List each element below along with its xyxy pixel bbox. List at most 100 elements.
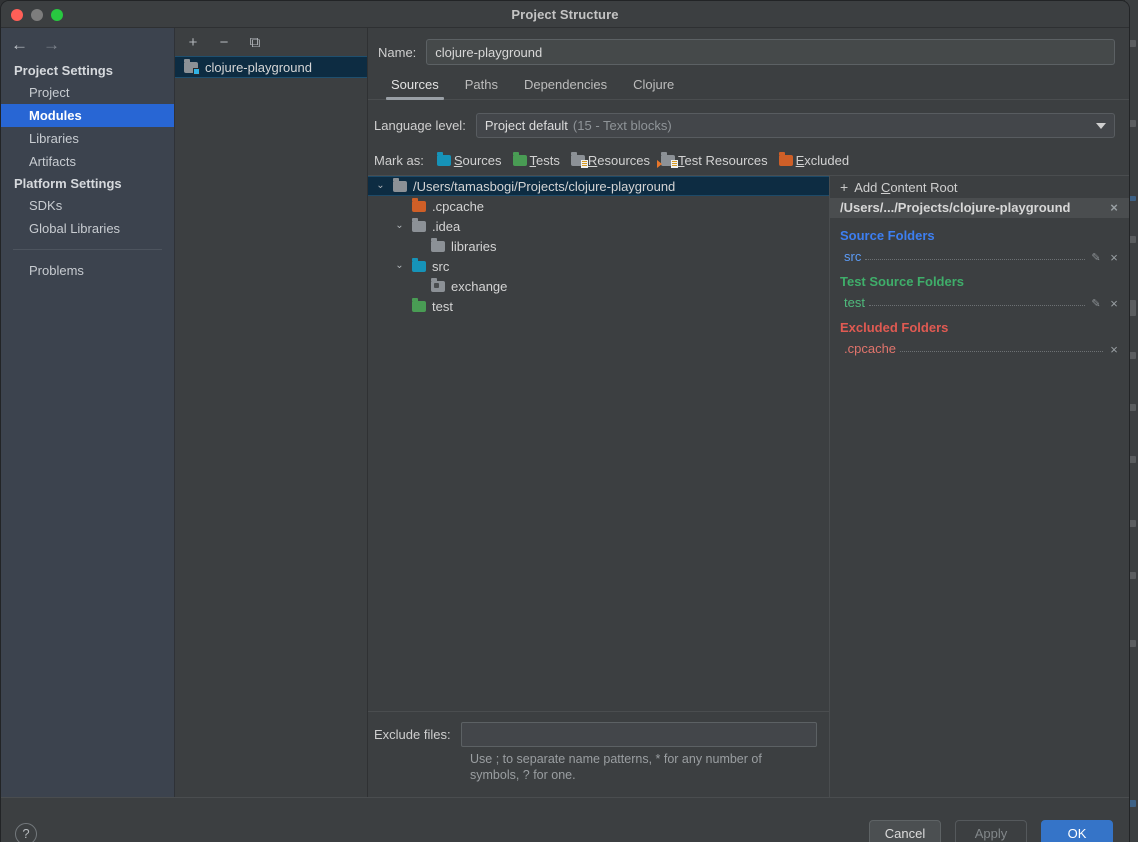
cancel-button[interactable]: Cancel bbox=[869, 819, 941, 842]
remove-test-source-folder-icon[interactable]: × bbox=[1107, 297, 1121, 310]
minimize-window-button[interactable] bbox=[31, 8, 43, 21]
mark-as-resources-button[interactable]: Resources bbox=[570, 152, 650, 168]
module-name-input[interactable] bbox=[426, 39, 1115, 65]
no-twisty-icon: · bbox=[393, 201, 406, 211]
add-content-root-button[interactable]: + Add Content Root bbox=[830, 176, 1129, 198]
sidebar-item-global-libraries[interactable]: Global Libraries bbox=[1, 217, 174, 240]
module-name-row: Name: bbox=[368, 28, 1129, 65]
table-row[interactable]: · test bbox=[368, 296, 829, 316]
test-source-folder-name: test bbox=[844, 295, 865, 310]
test-source-folder-row[interactable]: test ✎ × bbox=[830, 291, 1129, 310]
sources-folder-icon bbox=[436, 152, 451, 166]
chevron-down-icon[interactable]: ⌄ bbox=[374, 181, 387, 191]
mark-as-tests-button[interactable]: Tests bbox=[512, 152, 560, 168]
exclude-files-row: Exclude files: bbox=[374, 722, 817, 747]
sidebar-group-project-settings: Project Settings bbox=[14, 63, 113, 78]
tree-item-label: /Users/tamasbogi/Projects/clojure-playgr… bbox=[413, 178, 676, 194]
close-window-button[interactable] bbox=[11, 8, 23, 21]
content-tree[interactable]: ⌄ /Users/tamasbogi/Projects/clojure-play… bbox=[368, 176, 829, 711]
zoom-window-button[interactable] bbox=[51, 8, 63, 21]
language-level-select[interactable]: Project default (15 - Text blocks) bbox=[475, 113, 1115, 138]
dotted-leader bbox=[900, 351, 1103, 352]
module-name-label: Name: bbox=[378, 44, 417, 60]
mark-as-excluded-button[interactable]: Excluded bbox=[778, 152, 849, 168]
copy-module-button[interactable]: ⧉ bbox=[246, 33, 264, 51]
exclude-files-input[interactable] bbox=[460, 722, 817, 747]
edit-source-folder-icon[interactable]: ✎ bbox=[1089, 253, 1103, 264]
excluded-folder-name: .cpcache bbox=[844, 341, 897, 356]
sources-folder-icon bbox=[412, 257, 426, 272]
modules-toolbar: + − ⧉ bbox=[175, 28, 367, 56]
module-tabs: Sources Paths Dependencies Clojure bbox=[368, 65, 1129, 100]
remove-excluded-folder-icon[interactable]: × bbox=[1107, 343, 1121, 356]
dotted-leader bbox=[868, 305, 1085, 306]
tests-folder-icon bbox=[512, 152, 527, 166]
window-title: Project Structure bbox=[511, 6, 619, 22]
project-structure-dialog: Project Structure ← → Project Settings P… bbox=[0, 0, 1130, 842]
sources-split: ⌄ /Users/tamasbogi/Projects/clojure-play… bbox=[368, 175, 1129, 797]
plus-icon: + bbox=[840, 179, 849, 195]
excluded-folder-row[interactable]: .cpcache × bbox=[830, 337, 1129, 356]
tab-clojure[interactable]: Clojure bbox=[620, 73, 687, 99]
add-content-root-label: Add Content Root bbox=[854, 179, 958, 195]
source-folder-name: src bbox=[844, 249, 862, 264]
sidebar-item-modules[interactable]: Modules bbox=[1, 104, 174, 127]
chevron-down-icon[interactable]: ⌄ bbox=[393, 261, 406, 271]
table-row[interactable]: ⌄ .idea bbox=[368, 216, 829, 236]
source-folders-title: Source Folders bbox=[840, 228, 935, 243]
gray-folder-icon bbox=[393, 177, 407, 192]
package-folder-icon bbox=[431, 277, 445, 292]
dotted-leader bbox=[865, 259, 1085, 260]
remove-module-button[interactable]: − bbox=[215, 33, 233, 51]
exclude-files-hint: Use ; to separate name patterns, * for a… bbox=[470, 752, 762, 782]
dialog-body: ← → Project Settings Project Modules Lib… bbox=[1, 28, 1129, 797]
mark-as-test-resources-button[interactable]: Test Resources bbox=[657, 152, 768, 168]
module-list-item-clojure-playground[interactable]: clojure-playground bbox=[175, 56, 367, 78]
tab-paths[interactable]: Paths bbox=[452, 73, 511, 99]
sidebar-item-artifacts[interactable]: Artifacts bbox=[1, 150, 174, 173]
tab-dependencies[interactable]: Dependencies bbox=[511, 73, 620, 99]
excluded-folder-icon bbox=[412, 197, 426, 212]
table-row[interactable]: · .cpcache bbox=[368, 196, 829, 216]
chevron-down-icon bbox=[1096, 122, 1106, 129]
tree-item-label: test bbox=[432, 298, 453, 314]
gray-folder-icon bbox=[412, 217, 426, 232]
window-controls[interactable] bbox=[11, 1, 63, 28]
language-level-label: Language level: bbox=[374, 118, 466, 133]
tree-item-label: exchange bbox=[451, 278, 508, 294]
apply-button[interactable]: Apply bbox=[955, 819, 1027, 842]
forward-arrow-icon[interactable]: → bbox=[43, 36, 60, 53]
sidebar-item-project[interactable]: Project bbox=[1, 81, 174, 104]
language-level-row: Language level: Project default (15 - Te… bbox=[368, 100, 1129, 138]
source-folder-row[interactable]: src ✎ × bbox=[830, 245, 1129, 264]
sidebar-group-platform-settings: Platform Settings bbox=[14, 176, 122, 191]
table-row[interactable]: ⌄ src bbox=[368, 256, 829, 276]
module-folder-icon bbox=[184, 58, 200, 75]
ok-button[interactable]: OK bbox=[1041, 819, 1113, 842]
help-button[interactable]: ? bbox=[15, 822, 37, 842]
tree-item-label: .cpcache bbox=[432, 198, 485, 214]
excluded-folders-title: Excluded Folders bbox=[840, 320, 949, 335]
table-row[interactable]: · exchange bbox=[368, 276, 829, 296]
table-row[interactable]: ⌄ /Users/tamasbogi/Projects/clojure-play… bbox=[368, 176, 829, 196]
tab-sources[interactable]: Sources bbox=[378, 73, 452, 100]
tree-item-label: libraries bbox=[451, 238, 497, 254]
remove-source-folder-icon[interactable]: × bbox=[1107, 251, 1121, 264]
settings-sidebar: ← → Project Settings Project Modules Lib… bbox=[1, 28, 175, 797]
back-arrow-icon[interactable]: ← bbox=[11, 36, 28, 53]
test-source-folders-title: Test Source Folders bbox=[840, 274, 965, 289]
table-row[interactable]: · libraries bbox=[368, 236, 829, 256]
content-root-header: /Users/.../Projects/clojure-playground × bbox=[830, 198, 1129, 218]
content-root-path: /Users/.../Projects/clojure-playground bbox=[840, 200, 1071, 215]
remove-content-root-icon[interactable]: × bbox=[1107, 201, 1121, 214]
tree-item-label: src bbox=[432, 258, 450, 274]
edit-test-source-folder-icon[interactable]: ✎ bbox=[1089, 299, 1103, 310]
sidebar-item-problems[interactable]: Problems bbox=[1, 259, 174, 282]
chevron-down-icon[interactable]: ⌄ bbox=[393, 221, 406, 231]
resources-folder-icon bbox=[570, 152, 588, 168]
add-module-button[interactable]: + bbox=[184, 33, 202, 51]
sidebar-item-libraries[interactable]: Libraries bbox=[1, 127, 174, 150]
mark-as-sources-button[interactable]: Sources bbox=[436, 152, 502, 168]
language-level-detail: (15 - Text blocks) bbox=[572, 118, 672, 133]
sidebar-item-sdks[interactable]: SDKs bbox=[1, 194, 174, 217]
